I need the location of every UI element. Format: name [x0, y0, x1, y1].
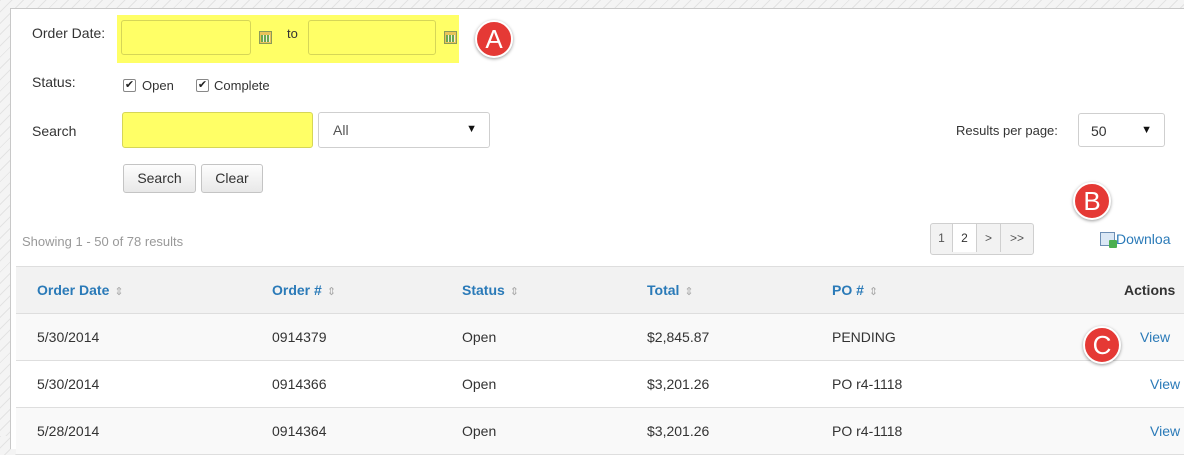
pagination: 1 2 > >> — [930, 223, 1034, 255]
annotation-badge-a: A — [475, 20, 513, 58]
cell-total: $2,845.87 — [647, 329, 710, 345]
dropdown-arrow-icon: ▼ — [1141, 124, 1152, 136]
cell-order-number: 0914366 — [272, 376, 327, 392]
column-header-total[interactable]: Total ⇕ — [647, 267, 694, 313]
cell-total: $3,201.26 — [647, 423, 710, 439]
cell-order-date: 5/28/2014 — [37, 423, 100, 439]
search-scope-select[interactable]: All ▼ — [318, 112, 490, 148]
view-link[interactable]: View — [1150, 408, 1180, 454]
status-open-checkbox[interactable]: ✔ — [123, 79, 136, 92]
annotation-badge-b: B — [1073, 182, 1111, 220]
dropdown-arrow-icon: ▼ — [466, 123, 477, 135]
order-date-from-input[interactable] — [121, 20, 251, 55]
status-label: Status: — [32, 74, 76, 90]
table-row: 5/30/2014 0914366 Open $3,201.26 PO r4-1… — [16, 361, 1184, 408]
orders-table: Order Date ⇕ Order # ⇕ Status ⇕ Total ⇕ PO #… — [16, 266, 1184, 455]
results-count-text: Showing 1 - 50 of 78 results — [22, 234, 184, 249]
search-button[interactable]: Search — [123, 164, 196, 193]
results-per-page-select[interactable]: 50 ▼ — [1078, 113, 1165, 147]
pager-last[interactable]: >> — [1001, 224, 1033, 252]
header-label: Status — [462, 282, 505, 298]
view-link[interactable]: View — [1140, 314, 1170, 360]
status-complete-label: Complete — [214, 78, 270, 93]
status-open-label: Open — [142, 78, 174, 93]
header-label: Order Date — [37, 282, 110, 298]
table-row: 5/28/2014 0914364 Open $3,201.26 PO r4-1… — [16, 408, 1184, 455]
sort-icon: ⇕ — [509, 286, 520, 298]
order-date-label: Order Date: — [32, 25, 106, 41]
results-per-page-value: 50 — [1091, 123, 1107, 139]
sort-icon: ⇕ — [868, 286, 879, 298]
sort-icon: ⇕ — [114, 286, 124, 298]
column-header-actions: Actions — [1124, 282, 1176, 298]
annotation-badge-c: C — [1083, 326, 1121, 364]
cell-status: Open — [462, 329, 497, 345]
cell-order-date: 5/30/2014 — [37, 329, 100, 345]
table-header-row: Order Date ⇕ Order # ⇕ Status ⇕ Total ⇕ PO #… — [16, 266, 1184, 314]
to-label: to — [287, 26, 298, 41]
cell-status: Open — [462, 423, 497, 439]
calendar-icon[interactable] — [259, 31, 272, 44]
pager-page-2[interactable]: 2 — [953, 224, 977, 252]
download-icon[interactable] — [1100, 232, 1117, 248]
cell-po-number: PO r4-1118 — [832, 423, 903, 439]
pager-page-1[interactable]: 1 — [931, 224, 953, 252]
column-header-status[interactable]: Status ⇕ — [462, 267, 519, 313]
cell-order-date: 5/30/2014 — [37, 376, 100, 392]
clear-button[interactable]: Clear — [201, 164, 263, 193]
search-scope-value: All — [333, 122, 349, 138]
column-header-order-number[interactable]: Order # ⇕ — [272, 267, 336, 313]
view-link[interactable]: View — [1150, 361, 1180, 407]
header-label: PO # — [832, 282, 864, 298]
calendar-icon[interactable] — [444, 31, 457, 44]
cell-order-number: 0914364 — [272, 423, 327, 439]
results-per-page-label: Results per page: — [956, 123, 1058, 138]
cell-order-number: 0914379 — [272, 329, 327, 345]
download-link[interactable]: Downloa — [1116, 231, 1170, 247]
header-label: Order # — [272, 282, 322, 298]
cell-po-number: PENDING — [832, 329, 896, 345]
sort-icon: ⇕ — [326, 286, 337, 298]
column-header-po-number[interactable]: PO # ⇕ — [832, 267, 878, 313]
table-row: 5/30/2014 0914379 Open $2,845.87 PENDING… — [16, 314, 1184, 361]
pager-next[interactable]: > — [977, 224, 1001, 252]
cell-po-number: PO r4-1118 — [832, 376, 903, 392]
sort-icon: ⇕ — [684, 286, 694, 298]
cell-total: $3,201.26 — [647, 376, 710, 392]
search-label: Search — [32, 123, 77, 139]
order-date-to-input[interactable] — [308, 20, 436, 55]
column-header-order-date[interactable]: Order Date ⇕ — [37, 267, 124, 313]
status-complete-checkbox[interactable]: ✔ — [196, 79, 209, 92]
cell-status: Open — [462, 376, 497, 392]
header-label: Total — [647, 282, 680, 298]
search-input[interactable] — [122, 112, 313, 148]
